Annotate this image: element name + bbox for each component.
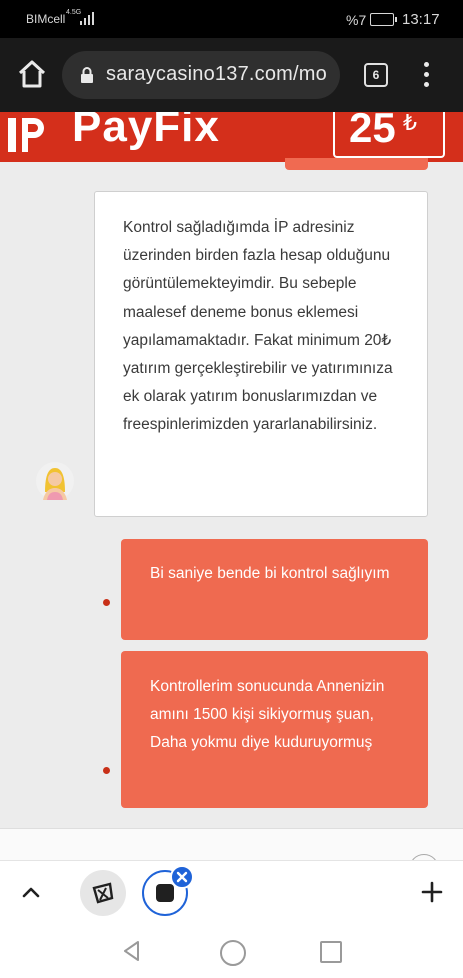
address-bar[interactable]: saraycasino137.com/mo — [62, 51, 340, 99]
agent-avatar — [36, 462, 74, 500]
tab-strip — [0, 860, 463, 925]
banner-logo-text: PayFix — [72, 112, 220, 151]
navigation-bar — [0, 924, 463, 978]
home-circle-icon[interactable] — [220, 940, 246, 966]
browser-toolbar: saraycasino137.com/mo 6 — [0, 38, 463, 112]
back-icon[interactable] — [120, 939, 144, 963]
promo-banner[interactable]: PayFix 25 ₺ — [0, 112, 463, 162]
tab-thumbnail[interactable] — [80, 870, 126, 916]
signal-icon — [80, 11, 96, 25]
status-bar: BIMcell 4.5G %7 13:17 — [0, 0, 463, 38]
user-message-bubble: Bi saniye bende bi kontrol sağlıyım — [121, 539, 428, 640]
url-text: saraycasino137.com/mo — [106, 63, 327, 85]
user-message-text: Kontrollerim sonucunda Annenizin amını 1… — [150, 678, 385, 752]
promo-number: 25 — [349, 112, 396, 151]
home-icon[interactable] — [16, 58, 48, 90]
plus-icon[interactable] — [421, 881, 443, 903]
user-message-bubble: Kontrollerim sonucunda Annenizin amını 1… — [121, 651, 428, 808]
tab-switcher-button[interactable]: 6 — [364, 63, 388, 87]
message-status-dot — [103, 767, 110, 774]
lock-icon — [81, 67, 93, 83]
battery-icon — [370, 13, 397, 26]
recents-icon[interactable] — [320, 941, 342, 963]
currency-symbol: ₺ — [403, 112, 417, 135]
network-type: 4.5G — [66, 9, 82, 16]
clock: 13:17 — [402, 11, 440, 28]
carrier-name: BIMcell — [26, 12, 66, 26]
battery-percent: %7 — [346, 12, 367, 28]
chevron-up-icon[interactable] — [20, 883, 42, 901]
chat-input-area[interactable] — [0, 828, 463, 884]
agent-message-text: Kontrol sağladığımda İP adresiniz üzerin… — [123, 219, 393, 434]
previous-message-edge — [285, 158, 428, 170]
promo-amount-box: 25 ₺ — [333, 112, 445, 158]
user-message-text: Bi saniye bende bi kontrol sağlıyım — [150, 565, 390, 582]
agent-message-bubble: Kontrol sağladığımda İP adresiniz üzerin… — [94, 191, 428, 517]
payfix-logo-icon — [0, 112, 50, 160]
close-icon[interactable] — [170, 865, 194, 889]
message-status-dot — [103, 599, 110, 606]
more-vert-icon[interactable] — [418, 62, 436, 88]
site-favicon-icon — [92, 882, 114, 904]
